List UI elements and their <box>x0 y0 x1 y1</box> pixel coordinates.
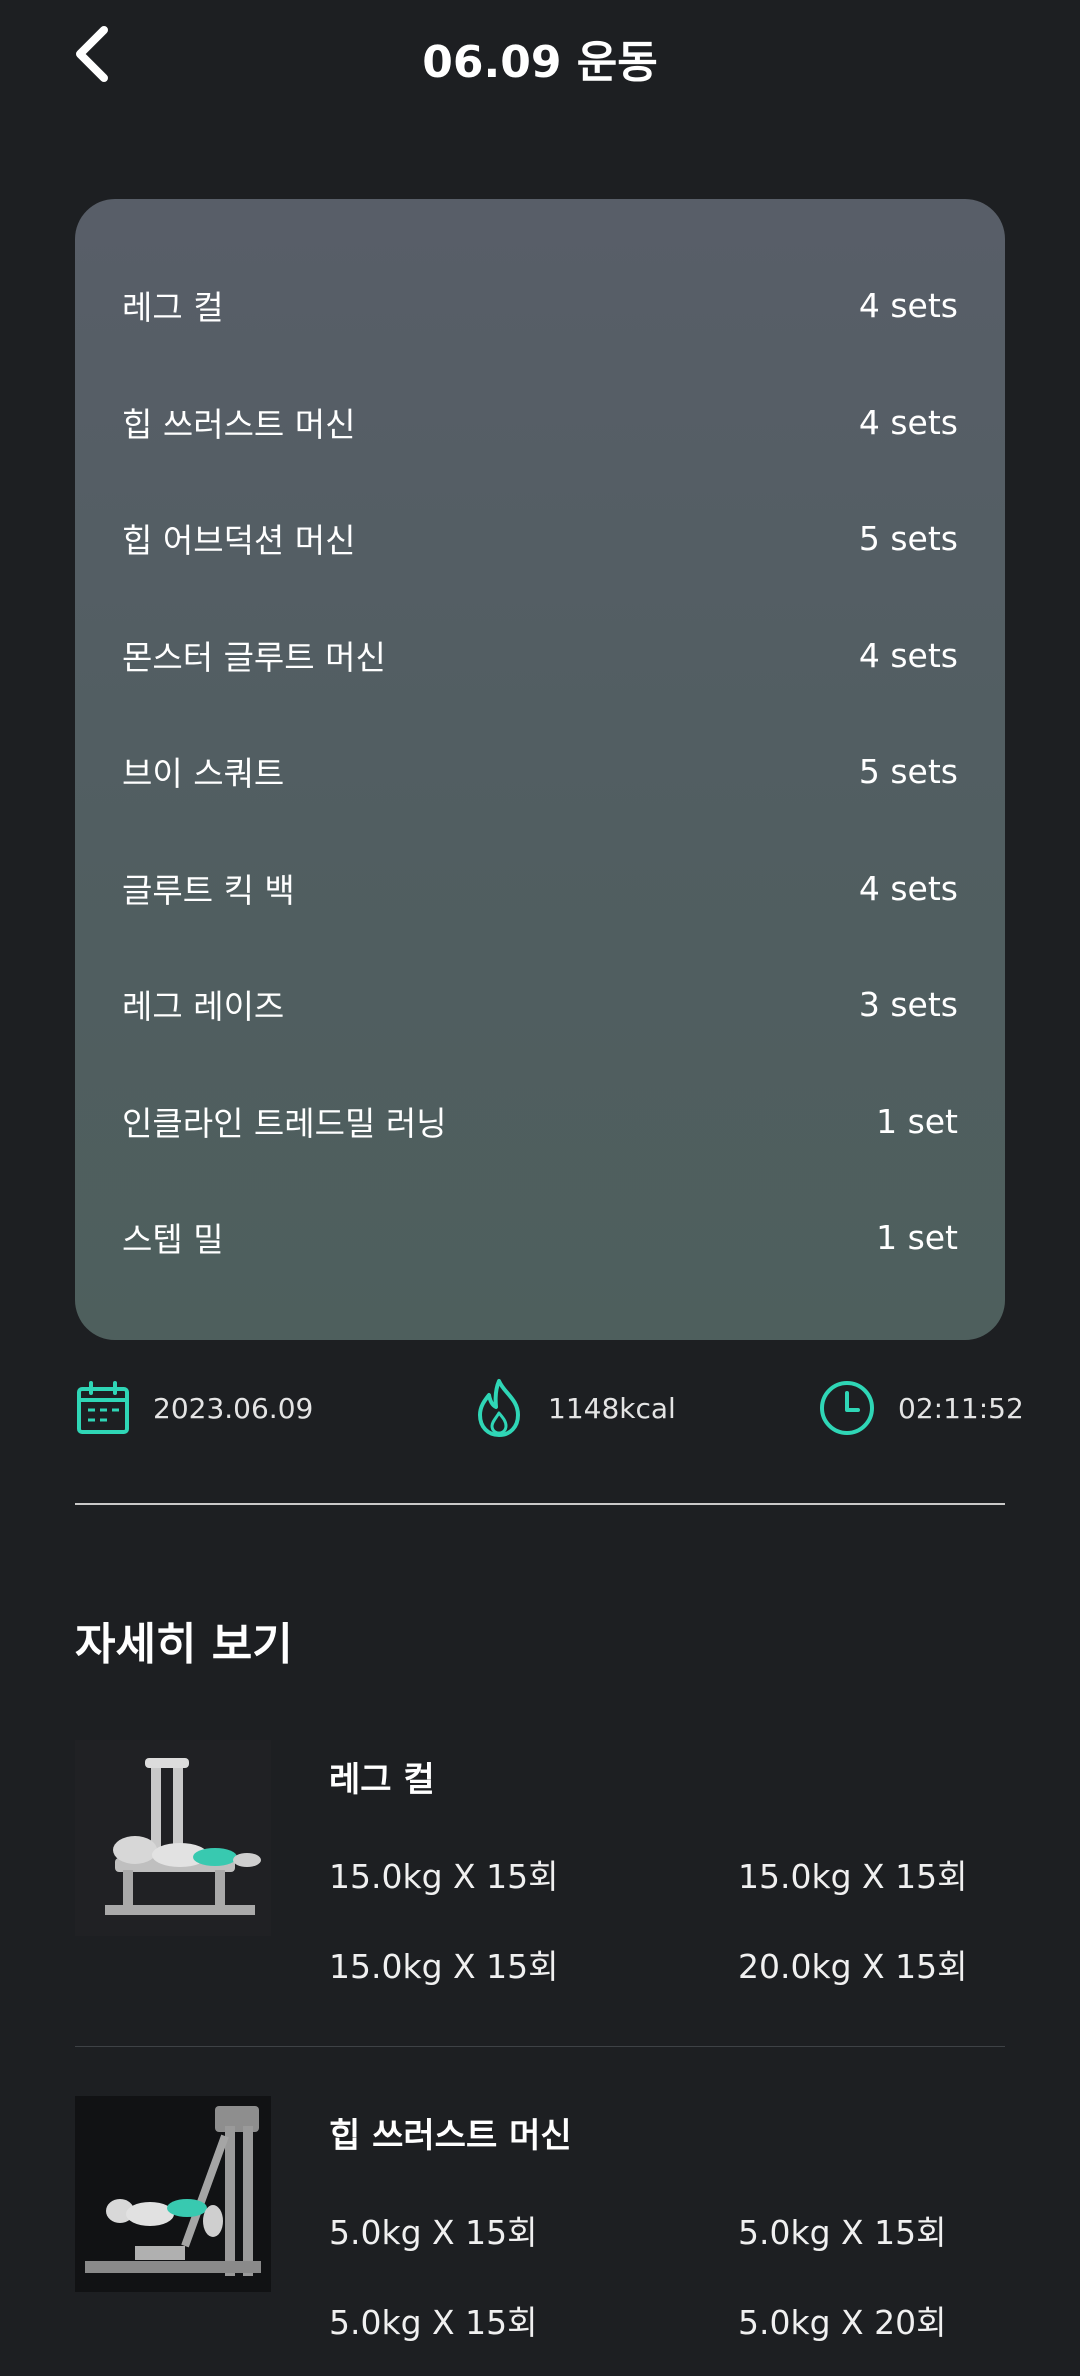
set-record: 20.0kg X 15회 <box>738 1947 968 1986</box>
exercise-row[interactable]: 힙 쓰러스트 머신 4 sets <box>122 392 958 452</box>
leg-curl-machine-image <box>75 1740 271 1936</box>
section-title: 자세히 보기 <box>75 1619 293 1670</box>
exercise-name: 인클라인 트레드밀 러닝 <box>122 1104 447 1143</box>
set-record: 5.0kg X 15회 <box>738 2213 947 2252</box>
exercise-row[interactable]: 글루트 킥 백 4 sets <box>122 858 958 918</box>
divider <box>75 1503 1005 1505</box>
exercise-row[interactable]: 브이 스쿼트 5 sets <box>122 741 958 801</box>
exercise-name: 힙 쓰러스트 머신 <box>122 405 356 444</box>
divider <box>75 2046 1005 2047</box>
exercise-detail[interactable]: 힙 쓰러스트 머신 5.0kg X 15회 5.0kg X 15회 5.0kg … <box>75 2096 1005 2342</box>
set-record: 15.0kg X 15회 <box>329 1947 559 1986</box>
exercise-detail[interactable]: 레그 컬 15.0kg X 15회 15.0kg X 15회 15.0kg X … <box>75 1740 1005 1986</box>
exercise-sets: 5 sets <box>858 518 958 558</box>
exercise-sets: 1 set <box>876 1101 958 1141</box>
calories-stat: 1148kcal <box>472 1372 676 1444</box>
workout-stats: 2023.06.09 1148kcal 02:11:52 <box>75 1372 1024 1444</box>
exercise-row[interactable]: 레그 컬 4 sets <box>122 275 958 335</box>
exercise-sets: 4 sets <box>858 285 958 325</box>
calories-value: 1148kcal <box>548 1391 676 1425</box>
date-stat: 2023.06.09 <box>75 1372 313 1444</box>
exercise-sets: 4 sets <box>858 868 958 908</box>
exercise-row[interactable]: 몬스터 글루트 머신 4 sets <box>122 625 958 685</box>
set-record: 5.0kg X 15회 <box>329 2303 538 2342</box>
date-value: 2023.06.09 <box>153 1391 314 1425</box>
set-record: 5.0kg X 20회 <box>738 2303 947 2342</box>
exercise-sets: 4 sets <box>858 402 958 442</box>
exercise-sets: 5 sets <box>858 751 958 791</box>
exercise-detail-name: 힙 쓰러스트 머신 <box>329 2116 572 2156</box>
hip-thrust-thumbnail <box>75 2096 271 2292</box>
set-record: 15.0kg X 15회 <box>738 1857 968 1896</box>
duration-stat: 02:11:52 <box>818 1372 1024 1444</box>
exercise-name: 몬스터 글루트 머신 <box>122 638 386 677</box>
exercise-name: 글루트 킥 백 <box>122 871 295 910</box>
set-record: 15.0kg X 15회 <box>329 1857 559 1896</box>
exercise-summary-card: 레그 컬 4 sets 힙 쓰러스트 머신 4 sets 힙 어브덕션 머신 5… <box>75 199 1005 1340</box>
hip-thrust-machine-image <box>75 2096 271 2292</box>
exercise-detail-name: 레그 컬 <box>329 1760 435 1800</box>
set-record: 5.0kg X 15회 <box>329 2213 538 2252</box>
clock-icon <box>820 1381 874 1435</box>
exercise-name: 브이 스쿼트 <box>122 754 285 793</box>
exercise-sets: 3 sets <box>858 984 958 1024</box>
exercise-name: 레그 컬 <box>122 288 224 327</box>
exercise-name: 힙 어브덕션 머신 <box>122 521 356 560</box>
exercise-name: 레그 레이즈 <box>122 987 285 1026</box>
exercise-sets: 4 sets <box>858 635 958 675</box>
exercise-row[interactable]: 힙 어브덕션 머신 5 sets <box>122 508 958 568</box>
leg-curl-thumbnail <box>75 1740 271 1936</box>
header: 06.09 운동 <box>0 0 1080 110</box>
duration-value: 02:11:52 <box>898 1391 1024 1425</box>
exercise-name: 스텝 밀 <box>122 1220 224 1259</box>
exercise-row[interactable]: 레그 레이즈 3 sets <box>122 974 958 1034</box>
calendar-icon <box>77 1381 129 1434</box>
exercise-sets: 1 set <box>876 1217 958 1257</box>
exercise-row[interactable]: 스텝 밀 1 set <box>122 1207 958 1267</box>
exercise-row[interactable]: 인클라인 트레드밀 러닝 1 set <box>122 1091 958 1151</box>
page-title: 06.09 운동 <box>422 37 658 88</box>
flame-icon <box>478 1379 520 1437</box>
